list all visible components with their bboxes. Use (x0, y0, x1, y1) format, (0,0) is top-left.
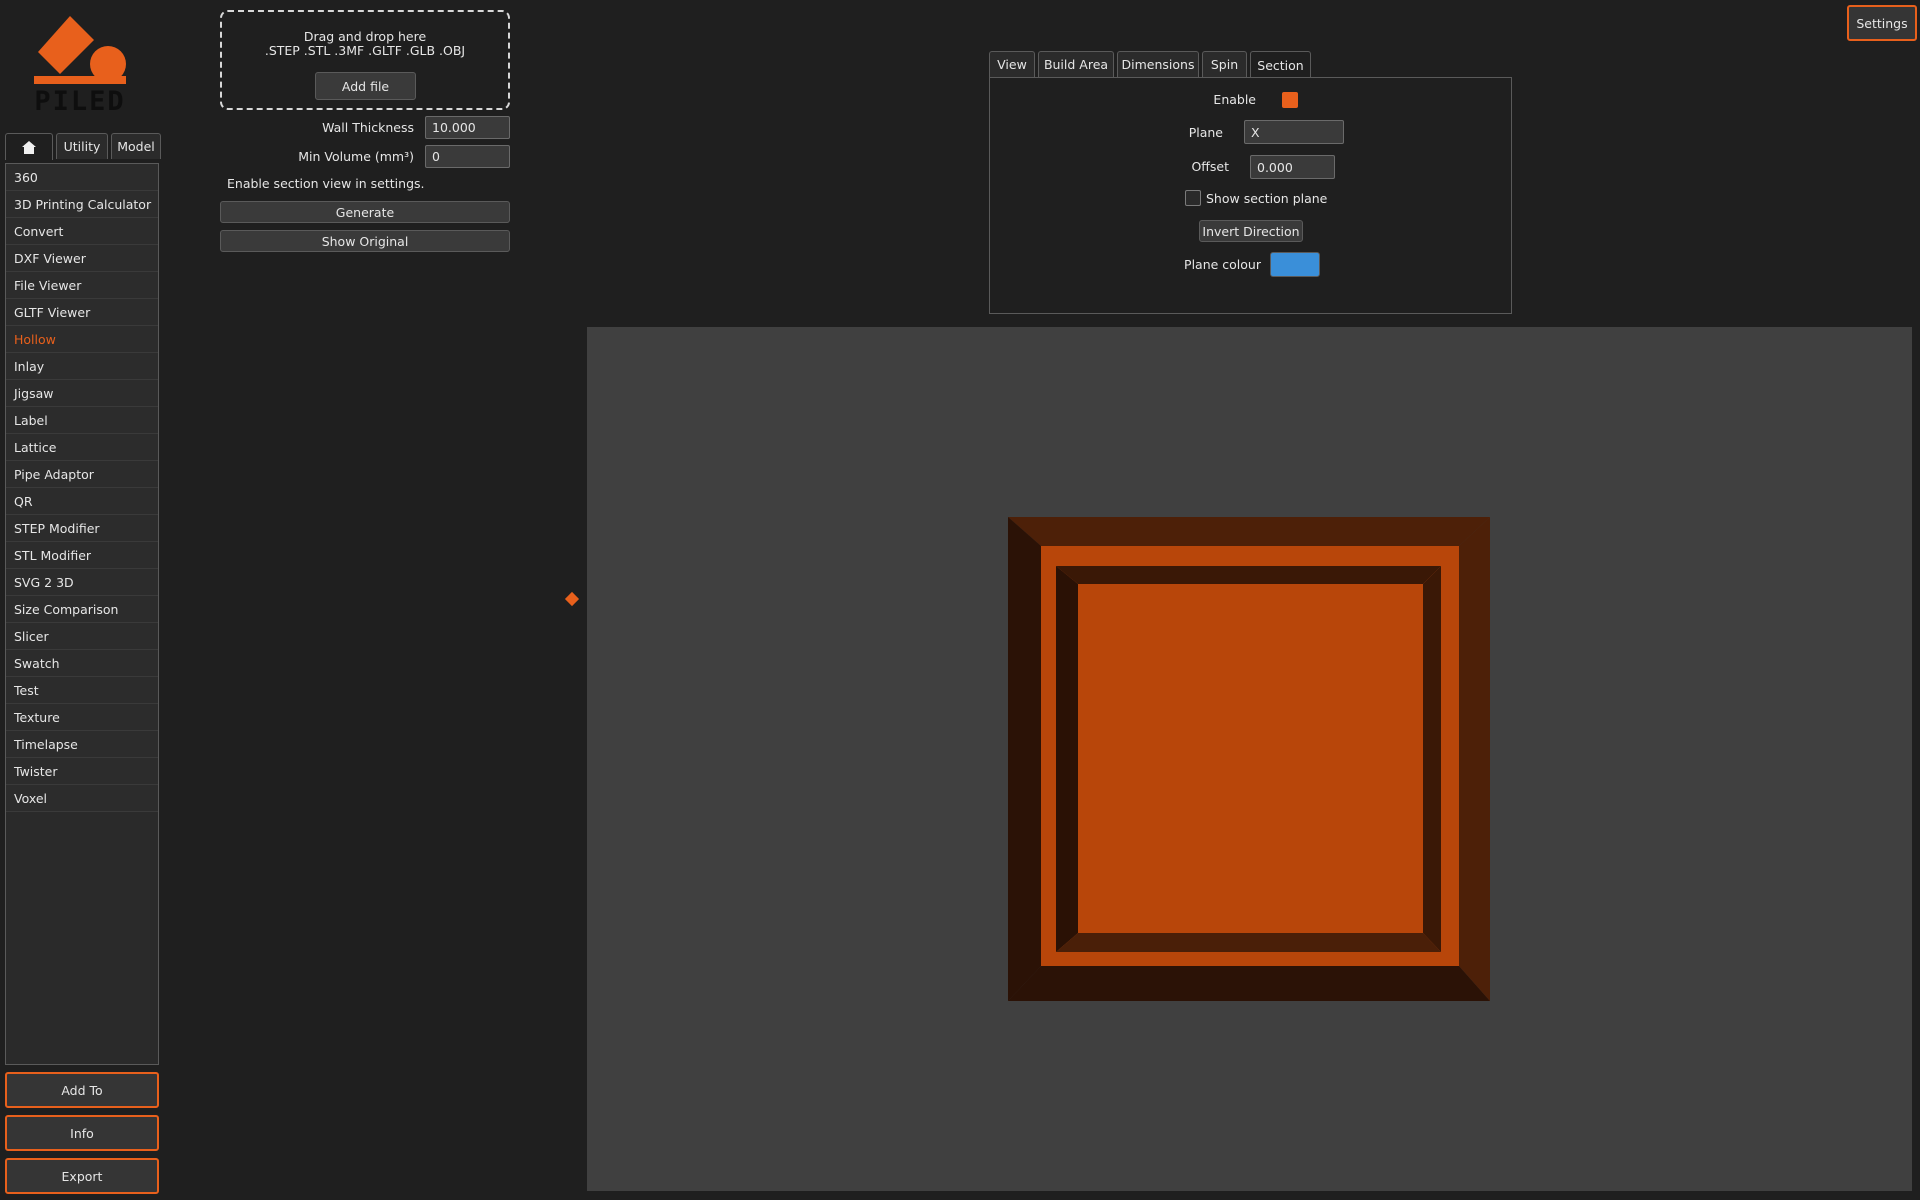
logo-text: PILED (34, 86, 126, 117)
settings-button[interactable]: Settings (1847, 5, 1917, 41)
tool-list-item[interactable]: Size Comparison (6, 596, 158, 623)
tab-model[interactable]: Model (111, 133, 161, 159)
min-volume-input[interactable]: 0 (425, 145, 510, 168)
tab-section-label: Section (1257, 57, 1304, 73)
min-volume-label: Min Volume (mm³) (298, 149, 414, 164)
drop-zone-line2: .STEP .STL .3MF .GLTF .GLB .OBJ (264, 43, 466, 58)
add-file-button[interactable]: Add file (315, 72, 416, 100)
tool-list-item[interactable]: STL Modifier (6, 542, 158, 569)
tool-list-item[interactable]: File Viewer (6, 272, 158, 299)
tool-list-item[interactable]: Convert (6, 218, 158, 245)
tool-list-item[interactable]: Twister (6, 758, 158, 785)
tool-list-item[interactable]: 3D Printing Calculator (6, 191, 158, 218)
tool-list-item[interactable]: Pipe Adaptor (6, 461, 158, 488)
logo: PILED (30, 14, 130, 117)
hollow-box-model (1008, 517, 1490, 1001)
drop-zone-line1: Drag and drop here (303, 29, 427, 44)
tool-list-item[interactable]: Lattice (6, 434, 158, 461)
3d-viewport[interactable] (587, 327, 1912, 1191)
tab-home[interactable] (5, 133, 53, 160)
tab-model-label: Model (117, 139, 155, 154)
tool-list-item[interactable]: Texture (6, 704, 158, 731)
tool-list-item[interactable]: DXF Viewer (6, 245, 158, 272)
tool-list-item[interactable]: QR (6, 488, 158, 515)
tab-build-area-label: Build Area (1043, 57, 1109, 72)
invert-direction-button[interactable]: Invert Direction (1199, 220, 1303, 242)
tool-list-item[interactable]: Inlay (6, 353, 158, 380)
view-tabs: View Build Area Dimensions Spin Section (989, 51, 1311, 78)
wall-thickness-label: Wall Thickness (322, 120, 414, 135)
tab-spin-label: Spin (1210, 57, 1239, 72)
tab-spin[interactable]: Spin (1202, 51, 1247, 77)
plane-colour-label: Plane colour (1184, 257, 1261, 272)
tool-list-item[interactable]: 360 (6, 164, 158, 191)
logo-icon (34, 16, 126, 84)
tool-list-item[interactable]: Slicer (6, 623, 158, 650)
tab-dimensions-label: Dimensions (1121, 57, 1195, 72)
tool-list-item[interactable]: Hollow (6, 326, 158, 353)
add-to-button[interactable]: Add To (5, 1072, 159, 1108)
viewport-marker-icon (564, 591, 580, 607)
tool-list: 360 3D Printing Calculator Convert DXF View… (5, 163, 159, 1065)
generate-button[interactable]: Generate (220, 201, 510, 223)
tool-list-item[interactable]: GLTF Viewer (6, 299, 158, 326)
offset-input[interactable]: 0.000 (1250, 155, 1335, 179)
home-icon (22, 140, 36, 154)
show-section-plane-label: Show section plane (1206, 191, 1328, 206)
show-original-button[interactable]: Show Original (220, 230, 510, 252)
plane-select[interactable]: X (1244, 120, 1344, 144)
wall-thickness-input[interactable]: 10.000 (425, 116, 510, 139)
section-panel: Enable Plane X Offset 0.000 Show section… (989, 77, 1512, 314)
tab-view-label: View (997, 57, 1027, 72)
nav-tabs: Utility Model (5, 133, 161, 161)
tab-view[interactable]: View (989, 51, 1035, 77)
tool-list-item[interactable]: STEP Modifier (6, 515, 158, 542)
tab-build-area[interactable]: Build Area (1038, 51, 1114, 77)
section-hint: Enable section view in settings. (227, 176, 425, 191)
tool-list-item[interactable]: Jigsaw (6, 380, 158, 407)
tool-list-item[interactable]: Timelapse (6, 731, 158, 758)
plane-label: Plane (1188, 125, 1223, 140)
show-section-plane-checkbox[interactable] (1185, 190, 1201, 206)
enable-label: Enable (1213, 92, 1256, 107)
tool-list-item[interactable]: Label (6, 407, 158, 434)
tool-list-item[interactable]: Test (6, 677, 158, 704)
tool-list-item[interactable]: Swatch (6, 650, 158, 677)
tab-section[interactable]: Section (1250, 51, 1311, 78)
tab-utility[interactable]: Utility (56, 133, 108, 159)
tab-utility-label: Utility (63, 139, 101, 154)
offset-label: Offset (1191, 159, 1229, 174)
tab-dimensions[interactable]: Dimensions (1117, 51, 1199, 77)
tool-list-item[interactable]: Voxel (6, 785, 158, 812)
enable-checkbox[interactable] (1282, 92, 1298, 108)
tool-list-item[interactable]: SVG 2 3D (6, 569, 158, 596)
info-button[interactable]: Info (5, 1115, 159, 1151)
drop-zone[interactable]: Drag and drop here .STEP .STL .3MF .GLTF… (220, 10, 510, 110)
plane-colour-swatch[interactable] (1270, 252, 1320, 277)
export-button[interactable]: Export (5, 1158, 159, 1194)
